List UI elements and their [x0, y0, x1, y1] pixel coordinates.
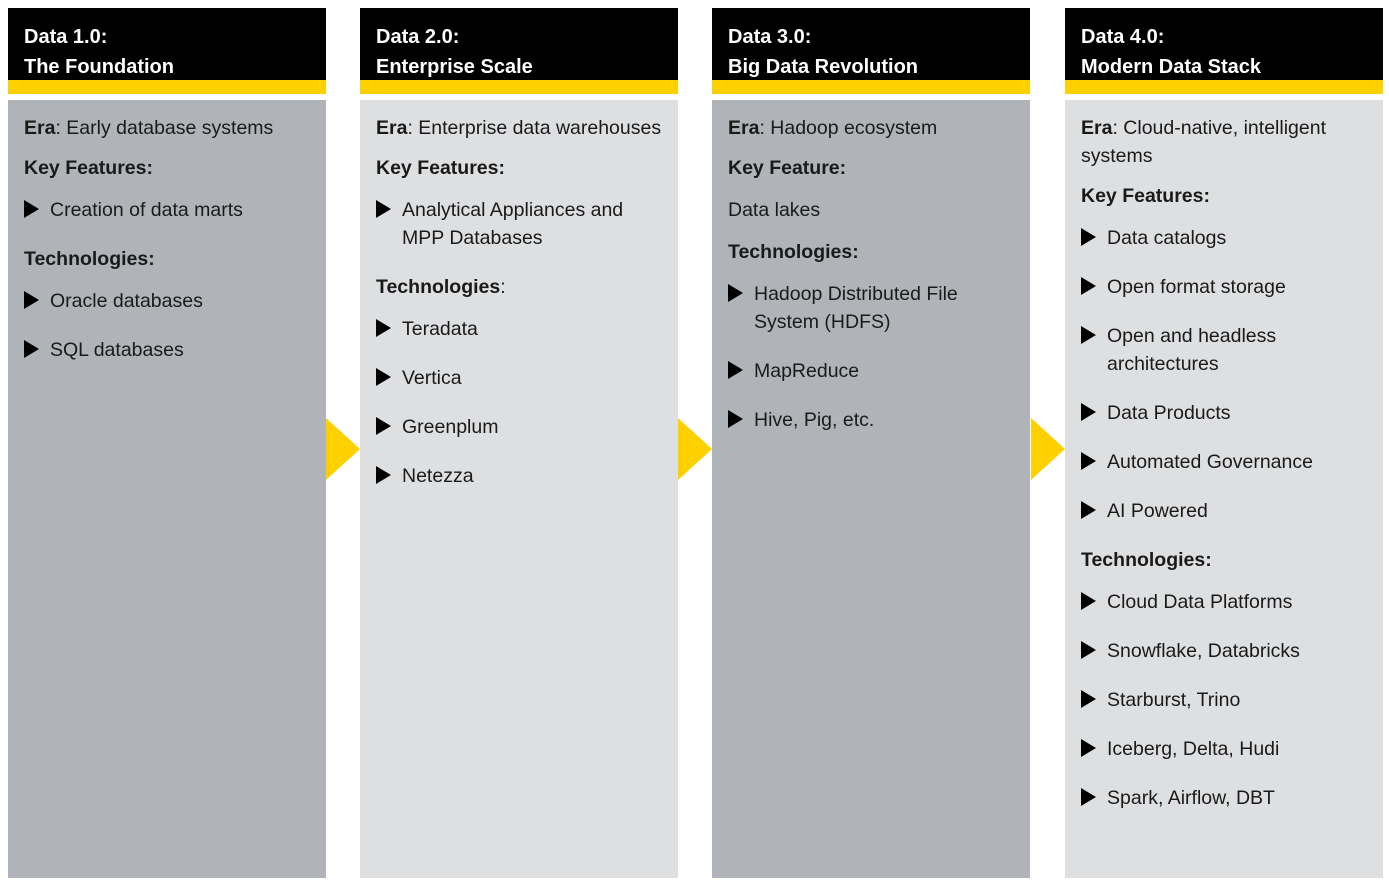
- technologies-heading: Technologies:: [1081, 549, 1212, 571]
- column-data-3: Data 3.0: Big Data Revolution Era: Hadoo…: [712, 8, 1030, 878]
- era-value: : Cloud-native, intelligent systems: [1081, 117, 1326, 167]
- triangle-bullet-icon: [376, 368, 391, 386]
- list-item: Snowflake, Databricks: [1081, 637, 1369, 665]
- column-title-name: The Foundation: [24, 56, 174, 78]
- list-item: Hive, Pig, etc.: [728, 406, 1016, 434]
- list-item: Data Products: [1081, 399, 1369, 427]
- column-title-version: Data 1.0:: [24, 26, 108, 48]
- column-data-2: Data 2.0: Enterprise Scale Era: Enterpri…: [360, 8, 678, 878]
- technologies-heading: Technologies:: [376, 276, 506, 298]
- technologies-list: Teradata Vertica Greenplum Netezza: [376, 315, 664, 490]
- list-item: Netezza: [376, 462, 664, 490]
- technologies-heading: Technologies:: [24, 248, 155, 270]
- triangle-bullet-icon: [376, 417, 391, 435]
- triangle-bullet-icon: [376, 200, 391, 218]
- column-title-name: Enterprise Scale: [376, 56, 533, 78]
- column-body: Era: Hadoop ecosystem Key Feature: Data …: [712, 100, 1030, 878]
- column-header: Data 3.0: Big Data Revolution: [712, 8, 1030, 94]
- list-item: MapReduce: [728, 357, 1016, 385]
- triangle-bullet-icon: [1081, 452, 1096, 470]
- column-title-name: Big Data Revolution: [728, 56, 919, 78]
- triangle-bullet-icon: [1081, 592, 1096, 610]
- features-heading: Key Feature:: [728, 157, 847, 179]
- yellow-chevron-arrow-icon: [326, 418, 360, 480]
- era-line: Era: Hadoop ecosystem: [728, 114, 1016, 142]
- column-header: Data 4.0: Modern Data Stack: [1065, 8, 1383, 94]
- column-title-version: Data 2.0:: [376, 26, 460, 48]
- column-title-name: Modern Data Stack: [1081, 56, 1262, 78]
- column-body: Era: Early database systems Key Features…: [8, 100, 326, 878]
- triangle-bullet-icon: [1081, 228, 1096, 246]
- era-value: : Hadoop ecosystem: [759, 117, 938, 139]
- list-item: SQL databases: [24, 336, 312, 364]
- era-line: Era: Early database systems: [24, 114, 312, 142]
- list-item: Open format storage: [1081, 273, 1369, 301]
- list-item: Data catalogs: [1081, 224, 1369, 252]
- list-item: AI Powered: [1081, 497, 1369, 525]
- technologies-list: Cloud Data Platforms Snowflake, Databric…: [1081, 588, 1369, 812]
- features-list: Data catalogs Open format storage Open a…: [1081, 224, 1369, 525]
- features-heading: Key Features:: [1081, 185, 1210, 207]
- technologies-heading: Technologies:: [728, 241, 859, 263]
- era-label: Era: [728, 117, 760, 139]
- list-item: Spark, Airflow, DBT: [1081, 784, 1369, 812]
- triangle-bullet-icon: [728, 284, 743, 302]
- list-item: Vertica: [376, 364, 664, 392]
- triangle-bullet-icon: [376, 319, 391, 337]
- column-title-version: Data 4.0:: [1081, 26, 1165, 48]
- triangle-bullet-icon: [1081, 641, 1096, 659]
- triangle-bullet-icon: [728, 410, 743, 428]
- technologies-list: Hadoop Distributed File System (HDFS) Ma…: [728, 280, 1016, 434]
- era-line: Era: Enterprise data warehouses: [376, 114, 664, 142]
- triangle-bullet-icon: [376, 466, 391, 484]
- features-heading: Key Features:: [376, 157, 505, 179]
- list-item: Iceberg, Delta, Hudi: [1081, 735, 1369, 763]
- column-header: Data 2.0: Enterprise Scale: [360, 8, 678, 94]
- technologies-list: Oracle databases SQL databases: [24, 287, 312, 364]
- list-item: Creation of data marts: [24, 196, 312, 224]
- triangle-bullet-icon: [1081, 403, 1096, 421]
- era-label: Era: [376, 117, 408, 139]
- column-body: Era: Enterprise data warehouses Key Feat…: [360, 100, 678, 878]
- era-line: Era: Cloud-native, intelligent systems: [1081, 114, 1369, 170]
- triangle-bullet-icon: [1081, 501, 1096, 519]
- column-header: Data 1.0: The Foundation: [8, 8, 326, 94]
- triangle-bullet-icon: [1081, 690, 1096, 708]
- list-item: Oracle databases: [24, 287, 312, 315]
- era-value: : Early database systems: [55, 117, 274, 139]
- features-heading: Key Features:: [24, 157, 153, 179]
- features-list: Creation of data marts: [24, 196, 312, 224]
- features-list: Analytical Appliances and MPP Databases: [376, 196, 664, 252]
- triangle-bullet-icon: [1081, 326, 1096, 344]
- triangle-bullet-icon: [24, 340, 39, 358]
- column-body: Era: Cloud-native, intelligent systems K…: [1065, 100, 1383, 878]
- feature-text: Data lakes: [728, 199, 821, 221]
- list-item: Analytical Appliances and MPP Databases: [376, 196, 664, 252]
- column-data-1: Data 1.0: The Foundation Era: Early data…: [8, 8, 326, 878]
- yellow-chevron-arrow-icon: [678, 418, 712, 480]
- triangle-bullet-icon: [24, 200, 39, 218]
- column-title-version: Data 3.0:: [728, 26, 812, 48]
- era-label: Era: [24, 117, 56, 139]
- list-item: Starburst, Trino: [1081, 686, 1369, 714]
- triangle-bullet-icon: [1081, 788, 1096, 806]
- list-item: Greenplum: [376, 413, 664, 441]
- triangle-bullet-icon: [1081, 277, 1096, 295]
- era-label: Era: [1081, 117, 1113, 139]
- triangle-bullet-icon: [728, 361, 743, 379]
- list-item: Hadoop Distributed File System (HDFS): [728, 280, 1016, 336]
- list-item: Cloud Data Platforms: [1081, 588, 1369, 616]
- column-data-4: Data 4.0: Modern Data Stack Era: Cloud-n…: [1065, 8, 1383, 878]
- triangle-bullet-icon: [24, 291, 39, 309]
- list-item: Teradata: [376, 315, 664, 343]
- list-item: Automated Governance: [1081, 448, 1369, 476]
- era-value: : Enterprise data warehouses: [407, 117, 662, 139]
- triangle-bullet-icon: [1081, 739, 1096, 757]
- list-item: Open and headless architectures: [1081, 322, 1369, 378]
- yellow-chevron-arrow-icon: [1031, 418, 1065, 480]
